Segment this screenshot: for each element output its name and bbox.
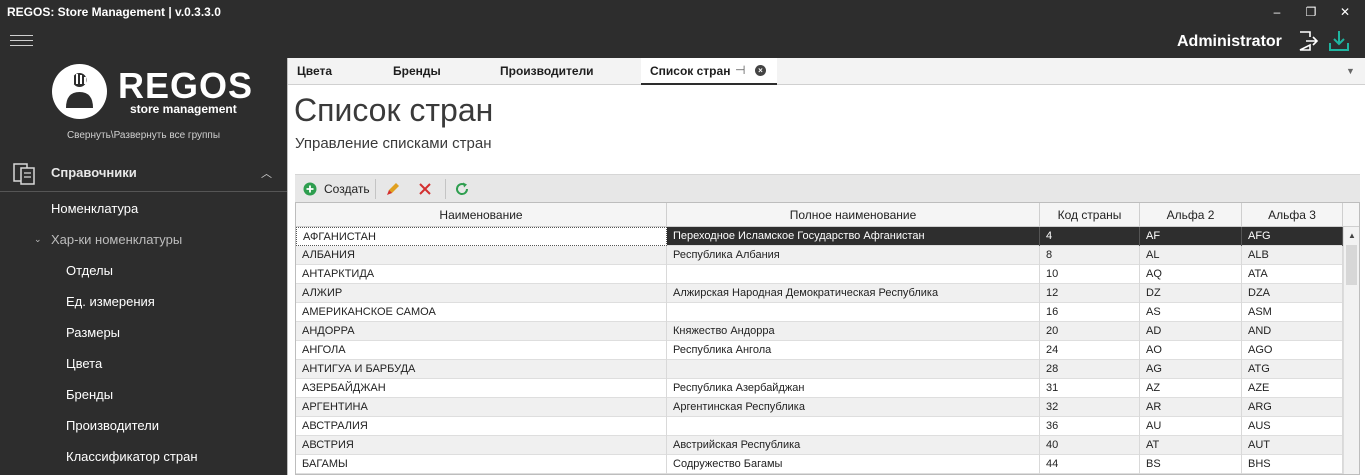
table-row[interactable]: АЗЕРБАЙДЖАН Республика Азербайджан 31 AZ…: [296, 379, 1343, 398]
table-row[interactable]: АЛБАНИЯ Республика Албания 8 AL ALB: [296, 246, 1343, 265]
current-user[interactable]: Administrator: [1177, 33, 1282, 51]
main-content: Цвета Бренды Производители Список стран …: [287, 58, 1365, 475]
minimize-button[interactable]: –: [1260, 0, 1294, 25]
logout-icon[interactable]: [1296, 29, 1320, 53]
chevron-down-icon: ⌄: [34, 234, 42, 244]
create-button[interactable]: Создать: [303, 179, 370, 199]
pencil-icon: [387, 183, 399, 195]
edit-button[interactable]: [385, 179, 403, 199]
column-header-name[interactable]: Наименование: [296, 203, 667, 227]
table-row[interactable]: АНТАРКТИДА 10 AQ ATA: [296, 265, 1343, 284]
close-tab-icon[interactable]: ×: [755, 65, 766, 76]
logo-subtitle: store management: [130, 102, 237, 116]
table-row[interactable]: АВСТРАЛИЯ 36 AU AUS: [296, 417, 1343, 436]
close-button[interactable]: ✕: [1328, 0, 1362, 25]
logo-text: REGOS: [118, 65, 254, 106]
hamburger-menu-icon[interactable]: [10, 35, 33, 48]
tab-brands[interactable]: Бренды: [393, 64, 441, 78]
sidebar-section-label: Справочники: [51, 165, 137, 180]
column-header-alpha3[interactable]: Альфа 3: [1242, 203, 1343, 227]
table-row[interactable]: АНТИГУА И БАРБУДА 28 AG ATG: [296, 360, 1343, 379]
scroll-up-icon[interactable]: ▲: [1348, 231, 1356, 240]
column-header-country-code[interactable]: Код страны: [1040, 203, 1140, 227]
refresh-icon: [456, 182, 469, 195]
sidebar-section-directories[interactable]: Справочники ︿: [0, 156, 287, 192]
tab-colors[interactable]: Цвета: [297, 64, 332, 78]
grid-toolbar: Создать: [295, 174, 1360, 202]
scrollbar-thumb[interactable]: [1346, 245, 1357, 285]
tabs-dropdown-icon[interactable]: ▼: [1346, 66, 1355, 76]
sidebar-item-nomenclature-props[interactable]: ⌄ Хар-ки номенклатуры: [0, 225, 287, 256]
countries-grid: Наименование Полное наименование Код стр…: [295, 202, 1360, 475]
page-subtitle: Управление списками стран: [295, 135, 492, 152]
toolbar-separator: [375, 179, 376, 199]
table-row[interactable]: АФГАНИСТАН Переходное Исламское Государс…: [296, 227, 1343, 246]
pin-icon[interactable]: ⊣: [735, 63, 745, 77]
refresh-button[interactable]: [455, 179, 471, 199]
sidebar-item-units[interactable]: Ед. измерения: [0, 287, 287, 318]
tab-manufacturers[interactable]: Производители: [500, 64, 594, 78]
delete-x-icon: [419, 183, 431, 195]
table-row[interactable]: АНДОРРА Княжество Андорра 20 AD AND: [296, 322, 1343, 341]
grid-vertical-scrollbar[interactable]: ▲: [1343, 227, 1359, 474]
column-header-full-name[interactable]: Полное наименование: [667, 203, 1040, 227]
window-title: REGOS: Store Management | v.0.3.3.0: [7, 5, 221, 19]
download-icon[interactable]: [1327, 29, 1351, 53]
restore-button[interactable]: ❐: [1294, 0, 1328, 25]
sidebar-item-brands[interactable]: Бренды: [0, 380, 287, 411]
window-titlebar: REGOS: Store Management | v.0.3.3.0 – ❐ …: [0, 0, 1365, 25]
toolbar-separator: [445, 179, 446, 199]
tab-country-list[interactable]: Список стран ⊣ ×: [641, 58, 777, 85]
page-title: Список стран: [294, 92, 494, 128]
sidebar-item-departments[interactable]: Отделы: [0, 256, 287, 287]
logo-emblem-icon: [52, 64, 107, 119]
app-header: Administrator: [0, 25, 1365, 58]
plus-circle-icon: [303, 182, 317, 196]
column-header-alpha2[interactable]: Альфа 2: [1140, 203, 1242, 227]
table-row[interactable]: БАГАМЫ Содружество Багамы 44 BS BHS: [296, 455, 1343, 474]
collapse-expand-groups-link[interactable]: Свернуть\Развернуть все группы: [0, 130, 287, 141]
document-tabs: Цвета Бренды Производители Список стран …: [288, 58, 1365, 85]
regos-logo: REGOS store management: [52, 64, 252, 120]
delete-button[interactable]: [417, 179, 433, 199]
sidebar: REGOS store management Свернуть\Разверну…: [0, 58, 287, 475]
sidebar-item-colors[interactable]: Цвета: [0, 349, 287, 380]
table-row[interactable]: АНГОЛА Республика Ангола 24 AO AGO: [296, 341, 1343, 360]
table-row[interactable]: АВСТРИЯ Австрийская Республика 40 AT AUT: [296, 436, 1343, 455]
sidebar-item-sizes[interactable]: Размеры: [0, 318, 287, 349]
table-row[interactable]: АЛЖИР Алжирская Народная Демократическая…: [296, 284, 1343, 303]
grid-header: Наименование Полное наименование Код стр…: [296, 203, 1359, 227]
table-row[interactable]: АРГЕНТИНА Аргентинская Республика 32 AR …: [296, 398, 1343, 417]
sidebar-item-manufacturers[interactable]: Производители: [0, 411, 287, 442]
directory-icon: [13, 163, 35, 185]
sidebar-item-nomenclature[interactable]: Номенклатура: [0, 194, 287, 225]
chevron-up-icon[interactable]: ︿: [261, 165, 272, 181]
table-row[interactable]: АМЕРИКАНСКОЕ САМОА 16 AS ASM: [296, 303, 1343, 322]
sidebar-item-country-classifier[interactable]: Классификатор стран: [0, 442, 287, 473]
